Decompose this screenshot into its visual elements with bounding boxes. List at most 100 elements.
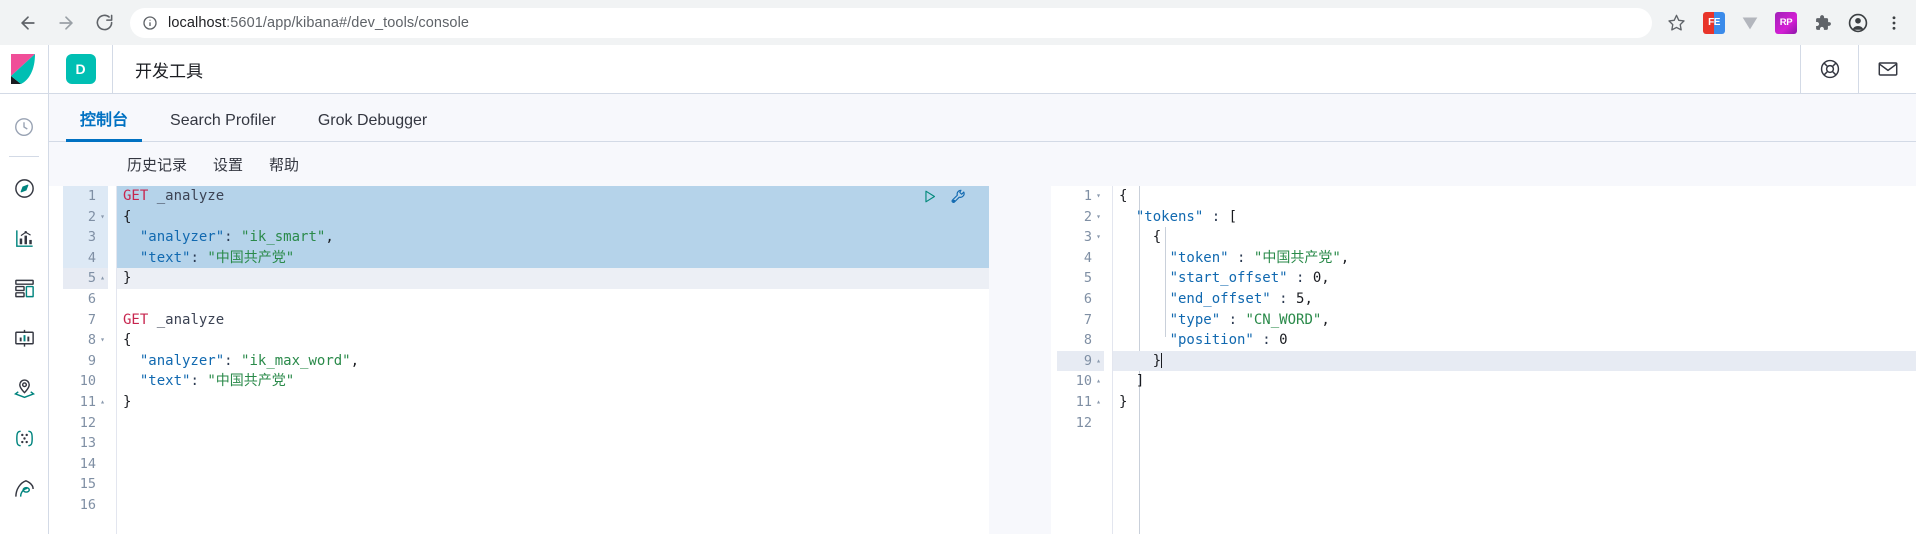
star-icon[interactable] (1662, 9, 1690, 37)
code-line[interactable]: "type" : "CN_WORD", (1113, 310, 1916, 331)
fold-toggle-icon[interactable]: ▾ (1093, 186, 1104, 207)
line-number[interactable]: 7 (1057, 310, 1104, 331)
code-line[interactable]: } (1113, 392, 1916, 413)
code-line[interactable]: { (1113, 227, 1916, 248)
line-number[interactable]: 1 (63, 186, 108, 207)
submenu-item-help[interactable]: 帮助 (269, 154, 299, 175)
sidebar-item-recent[interactable] (0, 102, 49, 152)
fold-toggle-icon[interactable]: ▴ (97, 268, 108, 289)
fold-toggle-icon[interactable]: ▾ (1093, 207, 1104, 228)
code-line[interactable]: { (117, 330, 989, 351)
code-line[interactable]: "analyzer": "ik_max_word", (117, 351, 989, 372)
forward-button[interactable] (48, 5, 84, 41)
code-line[interactable]: "end_offset" : 5, (1113, 289, 1916, 310)
line-number[interactable]: 4 (63, 247, 108, 269)
fold-toggle-icon[interactable]: ▴ (1093, 351, 1104, 372)
line-number[interactable]: 6 (1057, 289, 1104, 310)
line-number[interactable]: 5 ▴ (63, 268, 108, 289)
line-number[interactable]: 2 ▾ (63, 206, 108, 228)
line-number[interactable]: 9 ▴ (1057, 350, 1104, 372)
line-number[interactable]: 5 (1057, 268, 1104, 289)
tab-search-profiler[interactable]: Search Profiler (156, 113, 290, 141)
puzzle-extensions-icon[interactable] (1810, 11, 1834, 35)
code-line[interactable]: ] (1113, 371, 1916, 392)
request-editor[interactable]: 1 2 ▾ 3 4 5 ▴ 6 7 8 ▾ 9 10 11 ▴ 12 13 14 15 16 GE (49, 186, 989, 534)
fe-extension-icon[interactable]: FE (1702, 11, 1726, 35)
tab-grok-debugger[interactable]: Grok Debugger (304, 113, 441, 141)
tab-console[interactable]: 控制台 (66, 113, 143, 142)
response-editor[interactable]: 1 ▾ 2 ▾ 3 ▾ 4 5 6 7 8 9 ▴ 10 ▴ 11 ▴ 12 { "tokens" : [ { "… (1051, 186, 1916, 534)
browser-menu-icon[interactable] (1882, 11, 1906, 35)
code-line[interactable] (117, 454, 989, 475)
line-number[interactable]: 9 (63, 351, 108, 372)
code-line[interactable]: "tokens" : [ (1113, 207, 1916, 228)
request-code[interactable]: GET _analyze{ "analyzer": "ik_smart", "t… (117, 186, 989, 534)
line-number[interactable]: 16 (63, 495, 108, 516)
line-number[interactable]: 8 (1057, 330, 1104, 351)
info-circle-icon[interactable] (142, 15, 158, 31)
line-number[interactable]: 3 (63, 227, 108, 248)
sidebar-item-visualize[interactable] (0, 213, 49, 263)
response-code[interactable]: { "tokens" : [ { "token" : "中国共产党", "sta… (1113, 186, 1916, 534)
line-number[interactable]: 15 (63, 474, 108, 495)
line-number[interactable]: 6 (63, 289, 108, 310)
code-line[interactable]: "start_offset" : 0, (1113, 268, 1916, 289)
response-gutter[interactable]: 1 ▾ 2 ▾ 3 ▾ 4 5 6 7 8 9 ▴ 10 ▴ 11 ▴ 12 (1051, 186, 1113, 534)
fold-toggle-icon[interactable]: ▾ (97, 330, 108, 351)
code-line[interactable]: } (1113, 350, 1916, 372)
code-line[interactable]: "text": "中国共产党" (117, 247, 989, 269)
play-send-request-icon[interactable] (921, 188, 938, 209)
sidebar-item-canvas[interactable] (0, 313, 49, 363)
submenu-item-history[interactable]: 历史记录 (127, 154, 187, 175)
code-line[interactable] (117, 289, 989, 310)
sidebar-item-dashboard[interactable] (0, 263, 49, 313)
rp-extension-icon[interactable]: RP (1774, 11, 1798, 35)
kibana-logo-icon[interactable] (0, 45, 49, 93)
code-line[interactable]: { (117, 206, 989, 228)
line-number[interactable]: 10 (63, 371, 108, 392)
line-number[interactable]: 13 (63, 433, 108, 454)
submenu-item-settings[interactable]: 设置 (213, 154, 243, 175)
code-line[interactable] (1113, 413, 1916, 434)
code-line[interactable]: GET _analyze (117, 310, 989, 331)
sidebar-item-discover[interactable] (0, 163, 49, 213)
line-number[interactable]: 3 ▾ (1057, 227, 1104, 248)
line-number[interactable]: 14 (63, 454, 108, 475)
envelope-newsfeed-icon[interactable] (1858, 45, 1916, 93)
line-number[interactable]: 10 ▴ (1057, 371, 1104, 392)
line-number[interactable]: 4 (1057, 248, 1104, 269)
life-ring-help-icon[interactable] (1800, 45, 1858, 93)
sidebar-item-machine-learning[interactable] (0, 413, 49, 463)
sidebar-item-apm[interactable] (0, 463, 49, 513)
fold-toggle-icon[interactable]: ▴ (97, 392, 108, 413)
code-line[interactable] (117, 495, 989, 516)
code-line[interactable]: } (117, 392, 989, 413)
fold-toggle-icon[interactable]: ▾ (97, 207, 108, 228)
line-number[interactable]: 1 ▾ (1057, 186, 1104, 207)
reload-button[interactable] (86, 5, 122, 41)
code-line[interactable]: { (1113, 186, 1916, 207)
code-line[interactable]: "position" : 0 (1113, 330, 1916, 351)
code-line[interactable]: GET _analyze (117, 186, 989, 207)
profile-avatar-icon[interactable] (1846, 11, 1870, 35)
line-number[interactable]: 8 ▾ (63, 330, 108, 351)
wrench-actions-icon[interactable] (950, 188, 967, 209)
fold-toggle-icon[interactable]: ▾ (1093, 227, 1104, 248)
back-button[interactable] (10, 5, 46, 41)
request-gutter[interactable]: 1 2 ▾ 3 4 5 ▴ 6 7 8 ▾ 9 10 11 ▴ 12 13 14 15 16 (49, 186, 117, 534)
space-badge[interactable]: D (65, 54, 96, 84)
space-badge-wrap[interactable]: D (49, 45, 113, 93)
code-line[interactable]: } (117, 268, 989, 289)
code-line[interactable]: "token" : "中国共产党", (1113, 248, 1916, 269)
sidebar-item-maps[interactable] (0, 363, 49, 413)
fold-toggle-icon[interactable]: ▴ (1093, 392, 1104, 413)
code-line[interactable] (117, 474, 989, 495)
code-line[interactable] (117, 433, 989, 454)
editor-splitter[interactable] (989, 186, 1051, 534)
code-line[interactable]: "analyzer": "ik_smart", (117, 227, 989, 248)
code-line[interactable]: "text": "中国共产党" (117, 371, 989, 392)
line-number[interactable]: 2 ▾ (1057, 207, 1104, 228)
line-number[interactable]: 11 ▴ (1057, 392, 1104, 413)
address-bar[interactable]: localhost:5601/app/kibana#/dev_tools/con… (130, 7, 1652, 38)
fold-toggle-icon[interactable]: ▴ (1093, 371, 1104, 392)
